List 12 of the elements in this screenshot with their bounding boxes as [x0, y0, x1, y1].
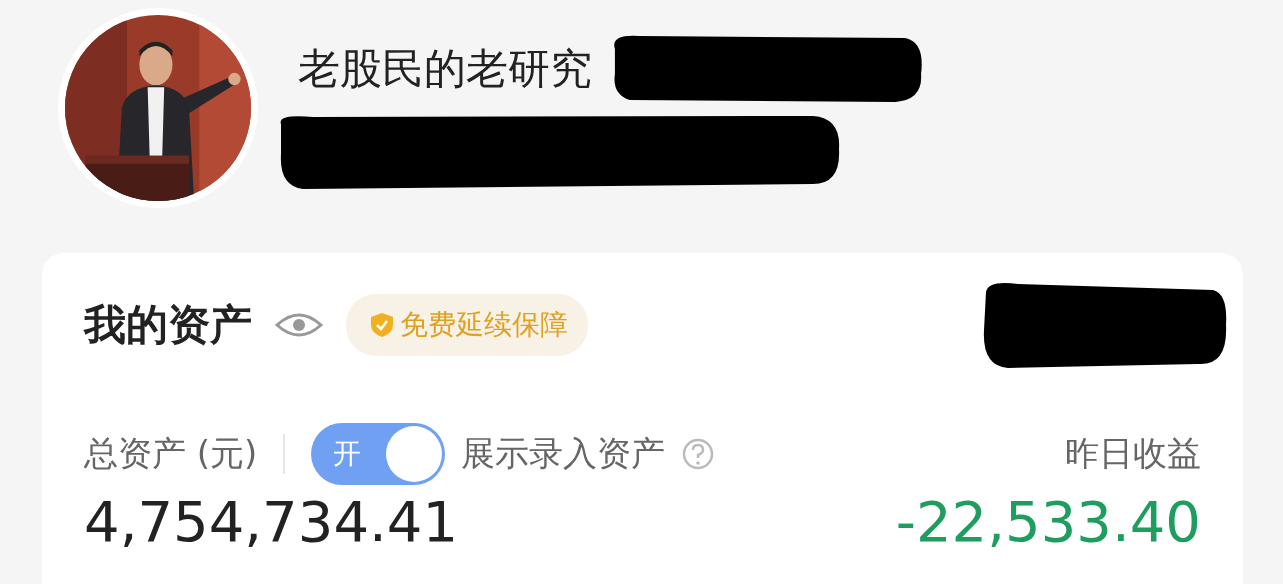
yesterday-income-value: -22,533.40 [895, 489, 1201, 554]
assets-title: 我的资产 [84, 299, 252, 351]
user-name: 老股民的老研究 [298, 43, 592, 95]
yesterday-income-label: 昨日收益 [1065, 432, 1201, 475]
shield-icon [370, 312, 394, 338]
toggle-caption: 展示录入资产 [461, 432, 666, 475]
total-assets-value: 4,754,734.41 [84, 489, 459, 554]
eye-icon[interactable] [274, 310, 324, 340]
protection-badge[interactable]: 免费延续保障 [346, 294, 588, 356]
toggle-switch[interactable]: 开 [311, 423, 446, 485]
help-icon[interactable] [681, 437, 716, 471]
total-assets-label: 总资产 (元) [84, 432, 258, 475]
